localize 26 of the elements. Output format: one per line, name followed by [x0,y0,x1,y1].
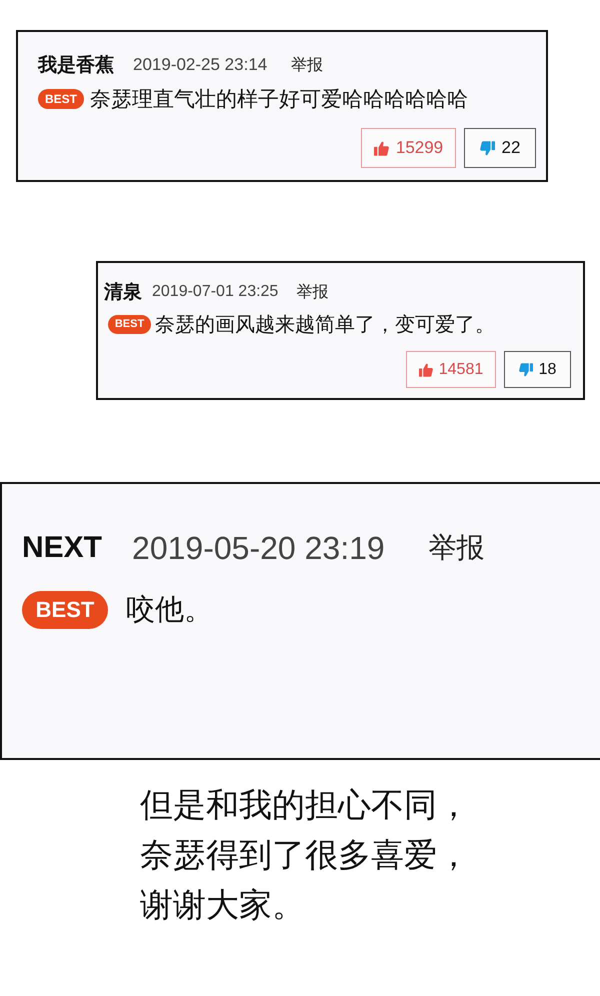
username: 清泉 [104,280,142,305]
dislike-button[interactable]: 22 [464,128,536,168]
username: NEXT [22,531,102,565]
comment-text: 咬他。 [126,591,213,628]
best-badge: BEST [22,591,108,629]
timestamp: 2019-05-20 23:19 [132,530,385,566]
report-link[interactable]: 举报 [296,282,328,302]
report-link[interactable]: 举报 [428,529,485,567]
thumbs-up-icon [418,362,433,376]
timestamp: 2019-07-01 23:25 [152,283,278,301]
best-badge: BEST [108,314,151,334]
username: 我是香蕉 [38,53,114,78]
thumbs-down-icon [518,362,533,376]
comment-text: 奈瑟的画风越来越简单了，变可爱了。 [155,310,495,338]
caption-text: 但是和我的担心不同， [140,784,471,826]
like-button[interactable]: 14581 [406,351,496,388]
dislike-button[interactable]: 18 [504,351,571,388]
report-link[interactable]: 举报 [291,54,324,76]
caption-text: 谢谢大家。 [140,884,306,926]
caption-text: 奈瑟得到了很多喜爱， [140,834,471,876]
thumbs-down-icon [480,140,495,156]
best-badge: BEST [38,89,84,109]
comment-text: 奈瑟理直气壮的样子好可爱哈哈哈哈哈哈 [90,86,468,113]
timestamp: 2019-02-25 23:14 [133,55,268,75]
like-button[interactable]: 15299 [361,128,456,168]
thumbs-up-icon [374,140,389,156]
